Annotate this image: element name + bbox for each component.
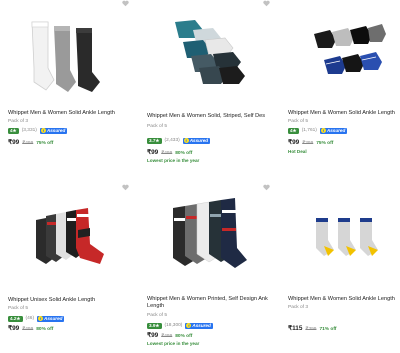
product-image[interactable]: [312, 214, 390, 260]
product-title[interactable]: Whippet Men & Women Solid Ankle Length: [288, 110, 400, 117]
discount: 71% off: [319, 327, 337, 332]
rating-row: 4★ (3,331) f Assured: [8, 127, 68, 134]
product-image[interactable]: [30, 200, 110, 280]
deal-tag: Lowest price in the year: [147, 341, 200, 346]
product-image[interactable]: [169, 198, 251, 280]
product-image[interactable]: [169, 12, 249, 92]
original-price: ₹499: [22, 141, 34, 146]
pack-size: Pack of 3: [8, 119, 28, 124]
rating-badge: 4★: [8, 127, 19, 134]
discount: 75% off: [316, 141, 334, 146]
product-card[interactable]: Whippet Men & Women Solid Ankle Length P…: [263, 0, 400, 170]
pack-size: Pack of 5: [147, 124, 167, 129]
flipkart-assured-icon: f: [320, 127, 326, 133]
assured-badge: f Assured: [319, 127, 348, 134]
discount: 80% off: [175, 334, 193, 339]
assured-badge: f Assured: [185, 322, 213, 329]
price-row: ₹99 ₹499 80% off: [147, 148, 192, 156]
discount: 80% off: [36, 327, 54, 332]
product-image[interactable]: [310, 14, 388, 94]
pack-size: Pack of 5: [8, 306, 28, 311]
rating-row: 3.7★ (2,433) f Assured: [147, 137, 211, 144]
rating-count: (3,331): [21, 128, 37, 133]
flipkart-assured-icon: f: [186, 322, 192, 328]
flipkart-assured-icon: f: [183, 137, 189, 143]
deal-tag: Hot Deal: [288, 149, 307, 154]
rating-count: (46): [25, 316, 35, 321]
price: ₹115: [288, 325, 303, 332]
rating-count: (18,300): [164, 323, 183, 328]
product-card[interactable]: Whippet Men & Women Solid, Striped, Self…: [122, 0, 268, 170]
product-card[interactable]: Whippet Men & Women Solid Ankle Length P…: [0, 0, 133, 170]
product-image[interactable]: [28, 8, 108, 98]
original-price: ₹499: [22, 327, 34, 332]
product-title[interactable]: Whippet Men & Women Solid, Striped, Self…: [147, 113, 265, 120]
price-row: ₹115 ₹399 71% off: [288, 324, 337, 332]
heart-icon[interactable]: [263, 184, 270, 191]
heart-icon[interactable]: [263, 0, 270, 7]
original-price: ₹399: [305, 327, 317, 332]
heart-icon[interactable]: [122, 0, 129, 7]
price-row: ₹99 ₹499 80% off: [8, 324, 53, 332]
price: ₹99: [288, 139, 300, 146]
product-title[interactable]: Whippet Men & Women Printed, Self Design…: [147, 296, 268, 303]
rating-badge: 3.9★: [147, 322, 162, 329]
discount: 75% off: [36, 141, 54, 146]
rating-badge: 4.2★: [8, 315, 23, 322]
product-title-line2[interactable]: Length: [147, 303, 265, 310]
rating-count: (1,761): [301, 128, 317, 133]
rating-count: (2,433): [164, 138, 180, 143]
pack-size: Pack of 3: [288, 305, 308, 310]
original-price: ₹499: [161, 334, 173, 339]
price-row: ₹99 ₹499 75% off: [8, 138, 53, 146]
rating-badge: 4★: [288, 127, 299, 134]
assured-badge: f Assured: [39, 127, 68, 134]
product-card[interactable]: Whippet Unisex Solid Ankle Length Pack o…: [0, 180, 133, 353]
assured-badge: f Assured: [182, 137, 211, 144]
price-row: ₹99 ₹499 80% off: [147, 331, 192, 339]
rating-row: 4★ (1,761) f Assured: [288, 127, 348, 134]
flipkart-assured-icon: f: [38, 315, 44, 321]
product-title[interactable]: Whippet Unisex Solid Ankle Length: [8, 297, 130, 304]
pack-size: Pack of 5: [288, 119, 308, 124]
product-title[interactable]: Whippet Men & Women Solid Ankle Length: [288, 296, 400, 303]
rating-badge: 3.7★: [147, 137, 162, 144]
price: ₹99: [147, 332, 159, 339]
product-card[interactable]: Whippet Men & Women Printed, Self Design…: [122, 180, 268, 353]
discount: 80% off: [175, 151, 193, 156]
price: ₹99: [147, 149, 159, 156]
product-title[interactable]: Whippet Men & Women Solid Ankle Length: [8, 110, 130, 117]
product-card[interactable]: Whippet Men & Women Solid Ankle Length P…: [263, 180, 400, 353]
rating-row: 3.9★ (18,300) f Assured: [147, 322, 213, 329]
price: ₹99: [8, 325, 20, 332]
rating-row: 4.2★ (46) f Assured: [8, 315, 65, 322]
assured-badge: f Assured: [37, 315, 65, 322]
original-price: ₹499: [161, 151, 173, 156]
pack-size: Pack of 5: [147, 313, 167, 318]
deal-tag: Lowest price in the year: [147, 158, 200, 163]
original-price: ₹399: [302, 141, 314, 146]
heart-icon[interactable]: [122, 184, 129, 191]
flipkart-assured-icon: f: [40, 127, 46, 133]
price: ₹99: [8, 139, 20, 146]
price-row: ₹99 ₹399 75% off: [288, 138, 333, 146]
